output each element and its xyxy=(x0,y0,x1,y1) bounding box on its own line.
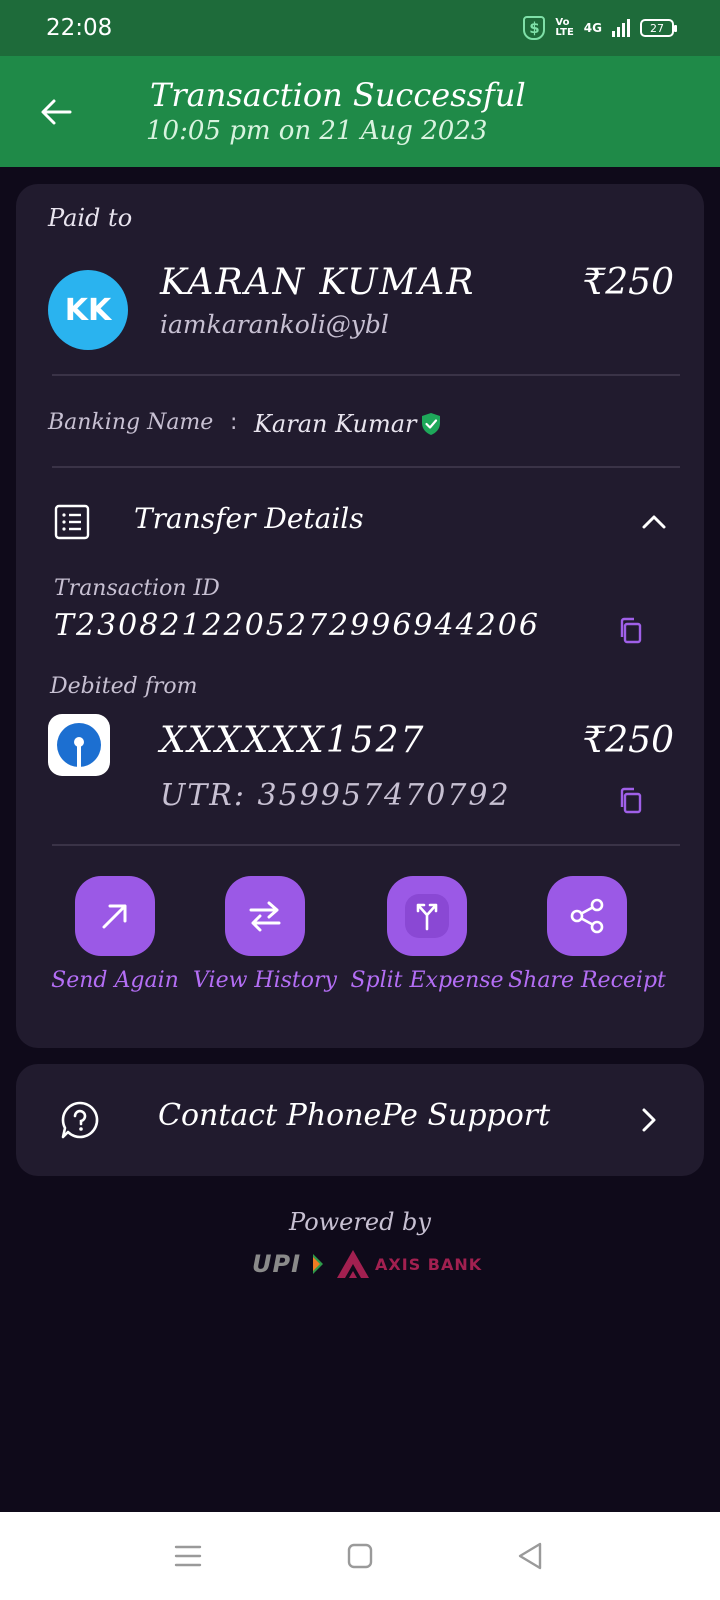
transaction-card: Paid to KK KARAN KUMAR iamkarankoli@ybl … xyxy=(16,184,704,1048)
page-title: Transaction Successful xyxy=(150,76,526,114)
banking-name-value: Karan Kumar xyxy=(254,410,417,438)
view-history-button[interactable]: View History xyxy=(180,876,350,993)
axis-bank-name: AXIS BANK xyxy=(375,1254,483,1274)
transaction-id-label: Transaction ID xyxy=(54,576,220,601)
home-button[interactable] xyxy=(338,1534,382,1578)
swap-arrows-icon xyxy=(249,901,281,932)
status-icons: $ Vo LTE 4G 27 xyxy=(523,16,677,40)
system-nav-bar xyxy=(0,1512,720,1600)
copy-icon xyxy=(620,787,642,814)
sbi-bank-logo xyxy=(48,714,110,776)
square-home-icon xyxy=(347,1543,373,1569)
split-expense-button[interactable]: Split Expense xyxy=(342,876,512,993)
send-again-circle xyxy=(75,876,155,956)
back-arrow-icon xyxy=(41,99,72,125)
share-receipt-label: Share Receipt xyxy=(508,968,666,993)
axis-bank-icon xyxy=(337,1250,370,1278)
banking-name-separator: : xyxy=(230,410,238,435)
receipt-list-icon xyxy=(54,504,90,540)
utr-number: UTR: 359957470792 xyxy=(160,778,511,813)
signal-icon xyxy=(612,19,630,37)
back-nav-button[interactable] xyxy=(508,1534,552,1578)
network-type: 4G xyxy=(583,21,602,35)
view-history-label: View History xyxy=(193,968,337,993)
contact-support-label: Contact PhonePe Support xyxy=(158,1098,551,1133)
transaction-id-value: T2308212205272996944206 xyxy=(54,608,540,643)
triangle-back-icon xyxy=(518,1542,542,1570)
transfer-details-title: Transfer Details xyxy=(134,502,364,535)
axis-bank-logo: AXIS BANK xyxy=(335,1249,482,1279)
payee-avatar: KK xyxy=(48,270,128,350)
divider xyxy=(52,844,680,846)
divider xyxy=(52,466,680,468)
partner-logos: UPI AXIS BANK xyxy=(252,1248,482,1280)
share-receipt-circle xyxy=(547,876,627,956)
powered-by-label: Powered by xyxy=(289,1208,431,1236)
security-shield-icon: $ xyxy=(523,16,546,40)
verified-shield-icon xyxy=(422,413,440,435)
split-expense-circle xyxy=(387,876,467,956)
back-button[interactable] xyxy=(34,84,78,140)
payee-upi-id: iamkarankoli@ybl xyxy=(160,310,389,339)
copy-transaction-id-button[interactable] xyxy=(614,614,648,648)
share-receipt-button[interactable]: Share Receipt xyxy=(502,876,672,993)
collapse-transfer-details-button[interactable] xyxy=(634,502,674,542)
send-again-button[interactable]: Send Again xyxy=(30,876,200,993)
status-bar: 22:08 $ Vo LTE 4G 27 xyxy=(0,0,720,56)
battery-icon: 27 xyxy=(640,19,677,37)
paid-to-label: Paid to xyxy=(48,204,133,232)
chevron-right-icon xyxy=(642,1108,656,1132)
debited-from-label: Debited from xyxy=(50,674,198,699)
upi-arrow-icon xyxy=(313,1254,324,1274)
contact-support-button[interactable]: Contact PhonePe Support xyxy=(16,1064,704,1176)
header: Transaction Successful 10:05 pm on 21 Au… xyxy=(0,56,720,167)
share-icon xyxy=(570,898,604,934)
transaction-timestamp: 10:05 pm on 21 Aug 2023 xyxy=(146,116,488,146)
debit-account-number: XXXXXX1527 xyxy=(160,720,426,761)
split-expense-label: Split Expense xyxy=(350,968,504,993)
view-history-circle xyxy=(225,876,305,956)
debited-amount: ₹250 xyxy=(582,720,674,761)
copy-icon xyxy=(620,617,642,644)
help-question-icon xyxy=(61,1101,99,1139)
split-icon xyxy=(405,894,449,938)
payee-name: KARAN KUMAR xyxy=(160,262,476,303)
chevron-up-icon xyxy=(642,515,666,529)
status-time: 22:08 xyxy=(46,15,113,41)
banking-name-label: Banking Name xyxy=(48,410,214,435)
recent-apps-button[interactable] xyxy=(166,1534,210,1578)
volte-label: Vo LTE xyxy=(555,17,574,38)
battery-level: 27 xyxy=(650,21,664,35)
send-again-label: Send Again xyxy=(51,968,179,993)
upi-logo: UPI xyxy=(252,1250,302,1278)
arrow-up-right-icon xyxy=(102,904,127,929)
copy-utr-button[interactable] xyxy=(614,784,648,818)
action-buttons: Send Again View History Split Expense Sh… xyxy=(16,876,704,1006)
divider xyxy=(52,374,680,376)
paid-amount: ₹250 xyxy=(582,262,674,303)
menu-lines-icon xyxy=(174,1545,202,1567)
sbi-logo-icon xyxy=(57,723,101,767)
